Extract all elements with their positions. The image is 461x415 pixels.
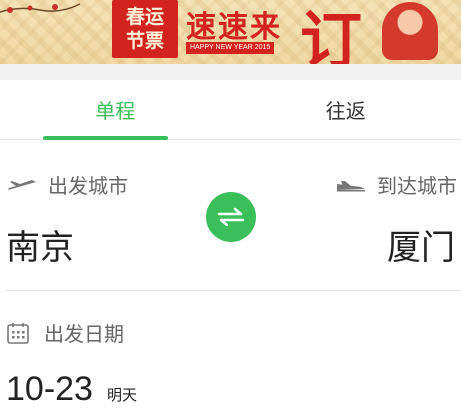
trip-type-tabs: 单程 往返 bbox=[0, 80, 461, 140]
depart-date-label-text: 出发日期 bbox=[44, 322, 124, 346]
plum-branch-decoration bbox=[0, 3, 81, 13]
depart-date-value: 10-23 bbox=[6, 370, 93, 408]
depart-city-label-text: 出发城市 bbox=[48, 174, 128, 198]
depart-date-picker[interactable]: 10-23 明天 bbox=[6, 370, 137, 409]
tab-round-trip-label: 往返 bbox=[325, 99, 366, 123]
banner-title-line2: 节票 bbox=[125, 30, 164, 52]
depart-date-label: 出发日期 bbox=[6, 318, 124, 347]
banner-title-line1: 春运 bbox=[125, 6, 164, 28]
arrive-city[interactable]: 厦门 bbox=[387, 220, 455, 269]
calendar-icon bbox=[7, 322, 29, 344]
active-tab-indicator bbox=[43, 136, 168, 140]
swap-cities-button[interactable] bbox=[206, 192, 256, 242]
tab-round-trip[interactable]: 往返 bbox=[231, 80, 461, 139]
tab-one-way[interactable]: 单程 bbox=[0, 80, 231, 140]
arrival-plane-icon bbox=[337, 180, 365, 191]
banner-english-text: HAPPY NEW YEAR 2015 bbox=[186, 42, 275, 54]
departure-plane-icon bbox=[8, 179, 36, 190]
banner-slogan: 速速来 bbox=[186, 10, 282, 45]
depart-city-label: 出发城市 bbox=[6, 170, 128, 199]
promo-banner[interactable]: 春运 节票 速速来 订 HAPPY NEW YEAR 2015 bbox=[0, 0, 461, 64]
tab-one-way-label: 单程 bbox=[95, 99, 136, 123]
banner-big-char: 订 bbox=[300, 4, 363, 64]
banner-title-box: 春运 节票 bbox=[112, 0, 178, 58]
swap-icon bbox=[217, 207, 245, 227]
arrive-city-label: 到达城市 bbox=[335, 170, 457, 199]
section-divider bbox=[6, 290, 461, 291]
banner-child-illustration bbox=[382, 2, 438, 60]
depart-city[interactable]: 南京 bbox=[6, 220, 74, 269]
section-gap bbox=[0, 64, 461, 80]
depart-date-relative: 明天 bbox=[106, 386, 137, 404]
arrive-city-label-text: 到达城市 bbox=[377, 174, 457, 198]
